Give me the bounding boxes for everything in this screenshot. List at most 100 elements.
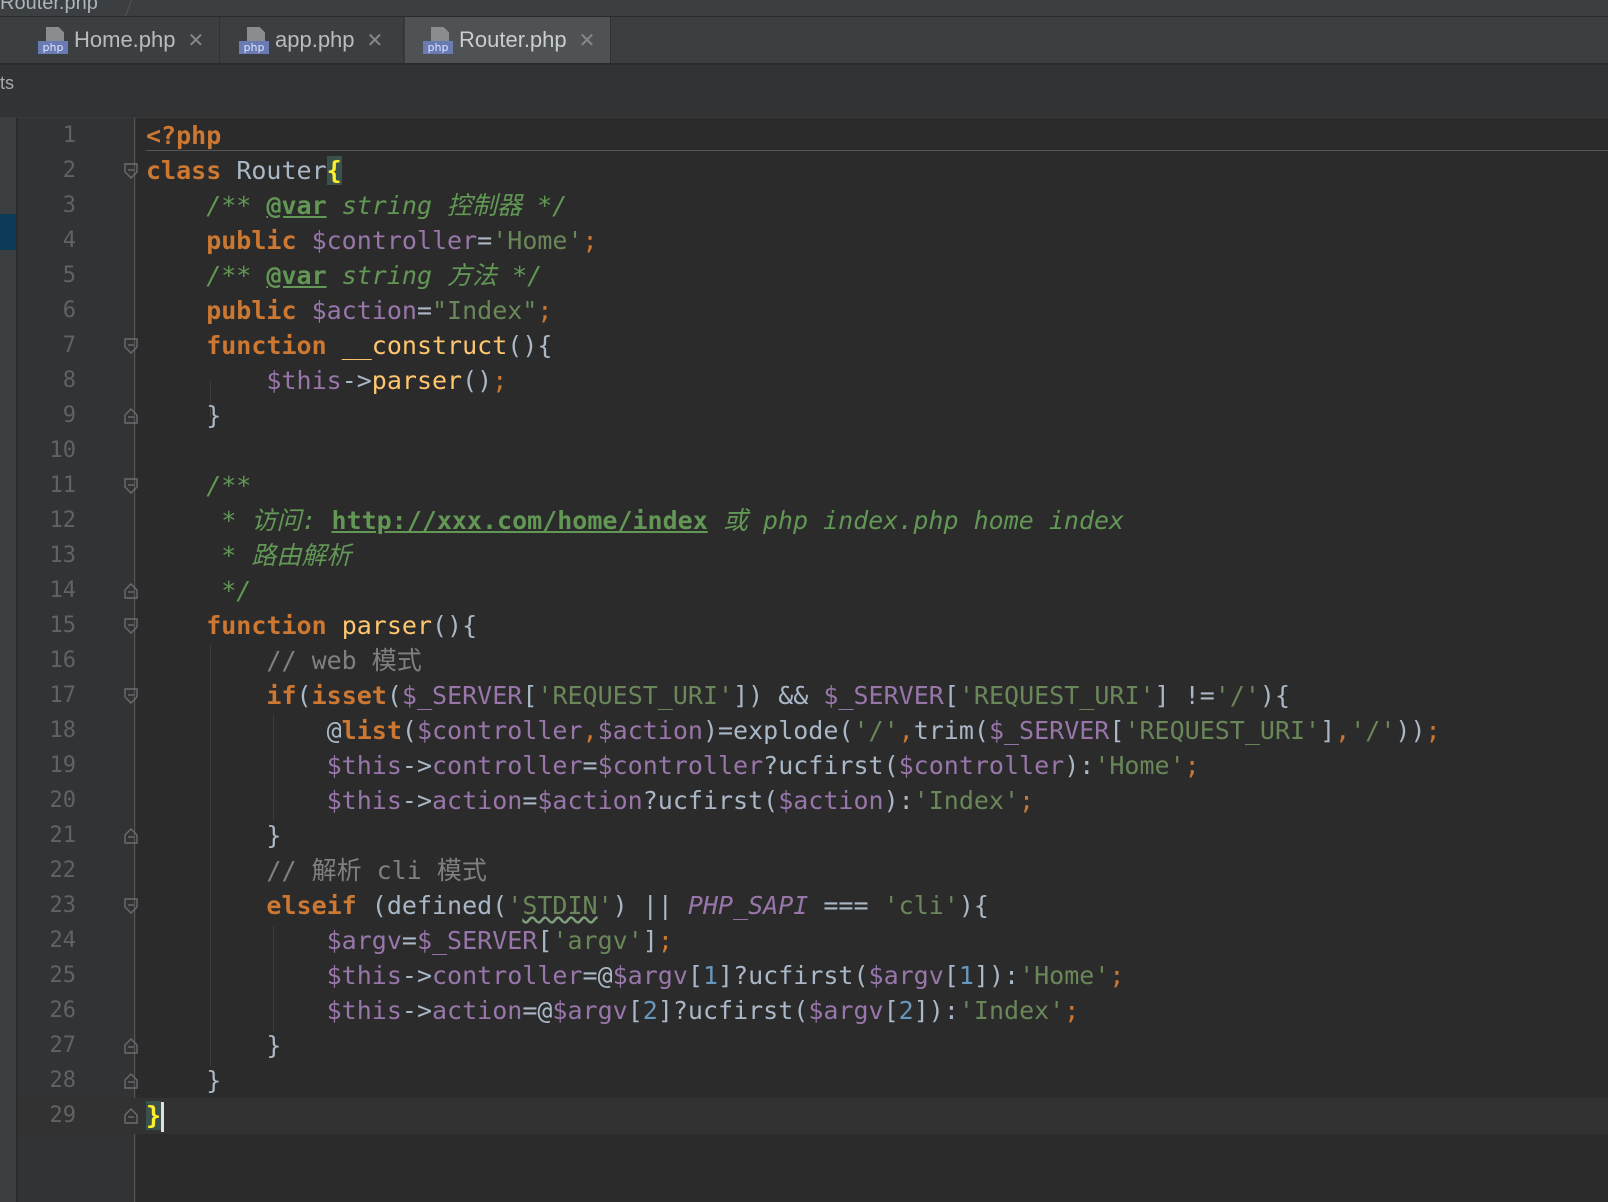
- code-text: (: [386, 681, 402, 710]
- code-line-29[interactable]: 29 }: [18, 1098, 1608, 1134]
- fold-marker-icon[interactable]: [124, 688, 138, 704]
- code-line-19[interactable]: 19 $this->controller=$controller?ucfirst…: [18, 748, 1608, 784]
- code-line-17[interactable]: 17 if(isset($_SERVER['REQUEST_URI']) && …: [18, 678, 1608, 714]
- line-number: 17: [49, 683, 77, 708]
- code-line-12[interactable]: 12 * 访问: http://xxx.com/home/index 或 php…: [18, 503, 1608, 539]
- code-text: }: [146, 1066, 222, 1095]
- fold-marker-icon[interactable]: [124, 618, 138, 634]
- line-number: 3: [62, 193, 76, 218]
- php-file-icon: php: [239, 25, 269, 55]
- function-name: parser: [341, 611, 432, 640]
- code-line-3[interactable]: 3 /** @var string 控制器 */: [18, 188, 1608, 224]
- code-line-15[interactable]: 15 function parser(){: [18, 608, 1608, 644]
- fold-marker-icon[interactable]: [124, 898, 138, 914]
- doc-link[interactable]: http://xxx.com/home/index: [331, 506, 707, 535]
- code-line-25[interactable]: 25 $this->controller=@$argv[1]?ucfirst($…: [18, 958, 1608, 994]
- code-line-20[interactable]: 20 $this->action=$action?ucfirst($action…: [18, 783, 1608, 819]
- code-text: ->: [401, 996, 432, 1025]
- code-line-6[interactable]: 6 public $action="Index";: [18, 293, 1608, 329]
- code-text: [: [883, 996, 899, 1025]
- property: controller: [432, 961, 583, 990]
- close-icon[interactable]: ✕: [367, 28, 384, 53]
- fold-marker-icon[interactable]: [124, 478, 138, 494]
- close-icon[interactable]: ✕: [579, 28, 596, 53]
- code-line-11[interactable]: 11 /**: [18, 468, 1608, 504]
- code-line-16[interactable]: 16 // web 模式: [18, 643, 1608, 679]
- code-text: [: [522, 681, 538, 710]
- doc-comment: /**: [146, 191, 267, 220]
- fold-marker-icon[interactable]: [124, 1073, 138, 1089]
- code-line-5[interactable]: 5 /** @var string 方法 */: [18, 258, 1608, 294]
- close-icon[interactable]: ✕: [188, 28, 205, 53]
- string: 'REQUEST_URI': [958, 681, 1155, 710]
- fold-marker-icon[interactable]: [124, 828, 138, 844]
- code-line-1[interactable]: 1 <?php: [18, 118, 1608, 154]
- code-line-7[interactable]: 7 function __construct(){: [18, 328, 1608, 364]
- code-text: ):: [883, 786, 914, 815]
- keyword: function: [146, 611, 327, 640]
- fold-marker-icon[interactable]: [124, 1038, 138, 1054]
- string: '/': [1214, 681, 1260, 710]
- code-line-23[interactable]: 23 elseif (defined('STDIN') || PHP_SAPI …: [18, 888, 1608, 924]
- property: action: [432, 786, 523, 815]
- fold-marker-icon[interactable]: [124, 408, 138, 424]
- code-line-10[interactable]: 10: [18, 433, 1608, 469]
- variable: $_SERVER: [416, 926, 538, 955]
- doc-comment: */: [146, 576, 252, 605]
- php-file-icon: php: [38, 25, 68, 55]
- code-line-21[interactable]: 21 }: [18, 818, 1608, 854]
- fold-marker-icon[interactable]: [124, 163, 138, 179]
- code-line-2[interactable]: 2 class Router{: [18, 153, 1608, 189]
- fold-marker-icon[interactable]: [124, 1108, 138, 1124]
- tab-app-php[interactable]: php app.php ✕: [221, 17, 404, 63]
- code-line-18[interactable]: 18 @list($controller,$action)=explode('/…: [18, 713, 1608, 749]
- code-editor[interactable]: 1 <?php 2 class Router{ 3 /** @var strin…: [18, 118, 1608, 1202]
- code-text: [: [687, 961, 703, 990]
- code-text: =@: [522, 996, 553, 1025]
- code-text: ]):: [913, 996, 959, 1025]
- code-line-26[interactable]: 26 $this->action=@$argv[2]?ucfirst($argv…: [18, 993, 1608, 1029]
- code-line-22[interactable]: 22 // 解析 cli 模式: [18, 853, 1608, 889]
- code-line-27[interactable]: 27 }: [18, 1028, 1608, 1064]
- php-file-icon: php: [423, 25, 453, 55]
- tab-router-php[interactable]: php Router.php ✕: [405, 17, 611, 63]
- property: action: [432, 996, 523, 1025]
- fold-marker-icon[interactable]: [124, 583, 138, 599]
- code-text: [: [943, 961, 959, 990]
- tab-home-php[interactable]: php Home.php ✕: [20, 17, 220, 63]
- code-text: ]: [642, 926, 658, 955]
- variable: $this: [326, 786, 402, 815]
- sidebar-edge-label: ts: [0, 73, 15, 93]
- code-line-9[interactable]: 9 }: [18, 398, 1608, 434]
- code-line-4[interactable]: 4 public $controller='Home';: [18, 223, 1608, 259]
- fold-marker-icon[interactable]: [124, 338, 138, 354]
- code-text: =: [582, 751, 598, 780]
- tab-label: Home.php: [74, 27, 176, 52]
- semicolon: ;: [657, 926, 673, 955]
- string: '/': [1350, 716, 1396, 745]
- code-line-28[interactable]: 28 }: [18, 1063, 1608, 1099]
- code-text: ):: [1064, 751, 1095, 780]
- variable: $_SERVER: [823, 681, 944, 710]
- keyword: function: [146, 331, 327, 360]
- doc-tag: @var: [266, 191, 327, 220]
- code-line-8[interactable]: 8 $this->parser();: [18, 363, 1608, 399]
- code-text: =@: [582, 961, 613, 990]
- code-line-13[interactable]: 13 * 路由解析: [18, 538, 1608, 574]
- editor-tab-bar: php Home.php ✕ php app.php ✕ php Router.…: [0, 17, 1608, 65]
- code-text: [: [537, 926, 553, 955]
- variable: $this: [266, 366, 342, 395]
- code-line-14[interactable]: 14 */: [18, 573, 1608, 609]
- code-line-24[interactable]: 24 $argv=$_SERVER['argv'];: [18, 923, 1608, 959]
- tab-bar-edge: [0, 17, 14, 63]
- string: 'Index': [958, 996, 1065, 1025]
- code-text: =: [401, 926, 417, 955]
- code-text: }: [146, 1031, 282, 1060]
- tool-window-strip-marker: [0, 214, 16, 250]
- string: 'REQUEST_URI': [1124, 716, 1321, 745]
- property: controller: [432, 751, 583, 780]
